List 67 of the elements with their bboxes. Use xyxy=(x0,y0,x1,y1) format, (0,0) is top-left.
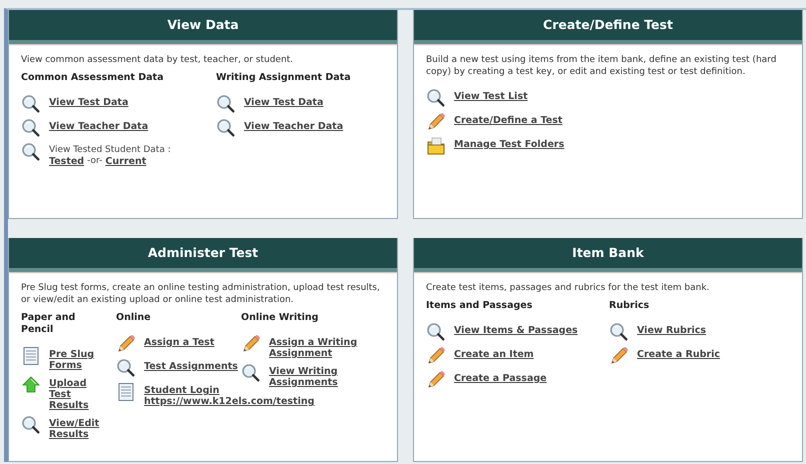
link[interactable]: Create a Passage xyxy=(454,373,547,384)
link[interactable]: Tested xyxy=(49,156,84,167)
link[interactable]: Test Assignments xyxy=(144,361,238,372)
link[interactable]: Current xyxy=(105,156,146,167)
link[interactable]: View Writing xyxy=(269,366,338,377)
link[interactable]: View Teacher Data xyxy=(244,121,344,132)
panel-description: View common assessment data by test, teacher, or student. xyxy=(21,54,294,66)
panel-description: Create test items, passages and rubrics for the test item bank. xyxy=(426,282,710,294)
column-heading: Online Writing xyxy=(241,312,320,324)
panel-title: Administer Test xyxy=(148,245,258,261)
panel-description: Build a new test using items from the item bank, define an existing test (hard copy) by creating a test key, or edit and existing test or test definition. xyxy=(426,54,778,78)
link[interactable]: Test xyxy=(49,389,71,400)
column-heading: Online xyxy=(116,312,152,324)
pencil-icon xyxy=(609,346,629,366)
pencil-icon xyxy=(426,112,446,132)
link[interactable]: View Test Data xyxy=(49,97,128,108)
link[interactable]: https://www.k12els.com/testing xyxy=(144,396,314,407)
column-heading: Items and Passages xyxy=(426,300,534,312)
magnifier-icon xyxy=(21,118,41,138)
magnifier-icon xyxy=(216,118,236,138)
magnifier-icon xyxy=(116,358,136,378)
magnifier-icon xyxy=(216,94,236,114)
panel-title: Item Bank xyxy=(572,245,644,261)
link[interactable]: Create/Define a Test xyxy=(454,115,562,126)
column-heading: Paper and Pencil xyxy=(21,312,76,336)
magnifier-icon xyxy=(609,322,629,342)
link[interactable]: Upload xyxy=(49,378,87,389)
column-heading: Rubrics xyxy=(609,300,650,312)
link[interactable]: View Test Data xyxy=(244,97,324,108)
document-icon xyxy=(21,346,41,366)
label: View Tested Student Data : xyxy=(49,145,171,156)
link[interactable]: View/Edit xyxy=(49,418,100,429)
pencil-icon xyxy=(116,334,136,354)
link[interactable]: Create an Item xyxy=(454,349,534,360)
link[interactable]: View Rubrics xyxy=(637,325,706,336)
link[interactable]: Pre Slug xyxy=(49,349,94,360)
link[interactable]: View Items & Passages xyxy=(454,325,578,336)
folder-icon xyxy=(426,136,446,156)
link[interactable]: Forms xyxy=(49,360,82,371)
magnifier-icon xyxy=(241,363,261,383)
magnifier-icon xyxy=(21,94,41,114)
link[interactable]: Assign a Writing xyxy=(269,337,358,348)
column-heading: Writing Assignment Data xyxy=(216,72,352,84)
pencil-icon xyxy=(426,346,446,366)
magnifier-icon xyxy=(21,142,41,162)
link[interactable]: Results xyxy=(49,429,89,440)
panel-description: Pre Slug test forms, create an online testing administration, upload test results, or view/edit an existing upload or online test administration. xyxy=(21,282,381,306)
magnifier-icon xyxy=(426,88,446,108)
link[interactable]: Assign a Test xyxy=(144,337,214,348)
link[interactable]: View Test List xyxy=(454,91,528,102)
column-heading: Common Assessment Data xyxy=(21,72,165,84)
link[interactable]: Assignments xyxy=(269,377,338,388)
link[interactable]: Results xyxy=(49,400,89,411)
link[interactable]: View Teacher Data xyxy=(49,121,148,132)
pencil-icon xyxy=(241,334,261,354)
link[interactable]: Student Login xyxy=(144,385,220,396)
document-icon xyxy=(116,382,136,402)
link[interactable]: Create a Rubric xyxy=(637,349,720,360)
magnifier-icon xyxy=(426,322,446,342)
link[interactable]: Assignment xyxy=(269,348,332,359)
magnifier-icon xyxy=(21,415,41,435)
link[interactable]: Manage Test Folders xyxy=(454,139,564,150)
label: -or- xyxy=(87,156,102,167)
panel-title: View Data xyxy=(167,17,239,33)
panel-title: Create/Define Test xyxy=(543,17,673,33)
pencil-icon xyxy=(426,370,446,390)
up-arrow-icon xyxy=(21,375,41,395)
